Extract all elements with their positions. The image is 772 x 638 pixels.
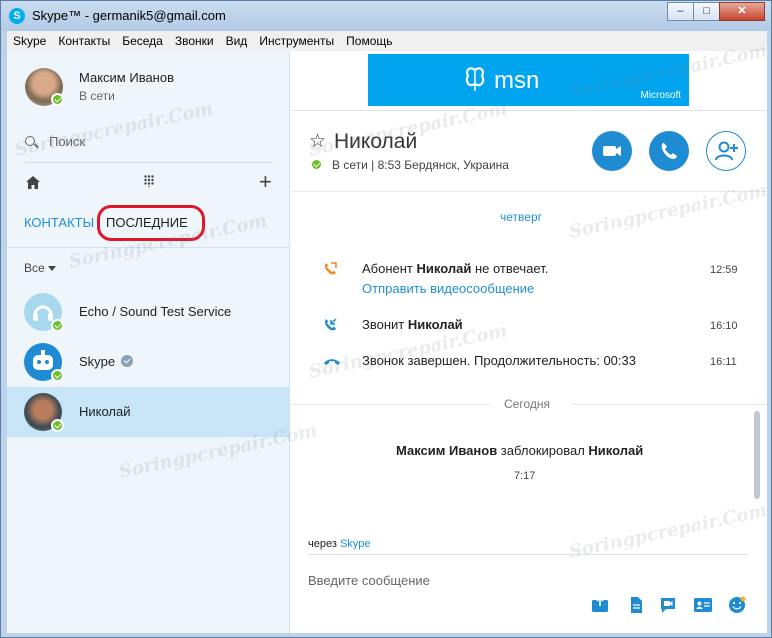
phone-icon xyxy=(661,143,677,159)
document-icon[interactable] xyxy=(627,596,645,614)
msn-butterfly-icon xyxy=(465,67,485,91)
video-call-button[interactable] xyxy=(592,131,632,171)
add-participant-button[interactable] xyxy=(706,131,746,171)
left-panel: Максим Иванов В сети Поиск + КОНТАКТЫ ПО… xyxy=(7,51,290,633)
dialpad-icon[interactable] xyxy=(144,175,154,190)
message-input[interactable] xyxy=(308,573,578,588)
online-status-icon xyxy=(51,93,64,106)
contact-item-echo[interactable]: Echo / Sound Test Service xyxy=(7,287,290,337)
menu-contacts[interactable]: Контакты xyxy=(56,34,112,48)
contact-item-skype[interactable]: Skype xyxy=(7,337,290,387)
online-status-icon xyxy=(51,419,64,432)
contact-name: Николай xyxy=(79,404,131,419)
menu-tools[interactable]: Инструменты xyxy=(257,34,336,48)
client-area: Максим Иванов В сети Поиск + КОНТАКТЫ ПО… xyxy=(7,40,769,633)
skype-window: S Skype™ - germanik5@gmail.com – □ ✕ Sky… xyxy=(0,0,772,638)
search-label: Поиск xyxy=(49,134,86,149)
conversation-panel: msn Microsoft ☆ Николай В сети | 8:53 Бе… xyxy=(291,51,767,633)
message-time: 7:17 xyxy=(514,470,536,482)
minimize-button[interactable]: – xyxy=(667,2,694,21)
tab-contacts[interactable]: КОНТАКТЫ xyxy=(24,215,94,230)
maximize-button[interactable]: □ xyxy=(693,2,720,21)
send-video-message-link[interactable]: Отправить видеосообщение xyxy=(362,281,534,296)
profile-name[interactable]: Максим Иванов xyxy=(79,70,174,85)
contact-card-icon[interactable] xyxy=(693,596,713,614)
contact-name: Skype xyxy=(79,354,116,369)
message-time: 16:10 xyxy=(710,320,738,332)
conversation-status: В сети | 8:53 Бердянск, Украина xyxy=(332,158,509,172)
system-message: Максим Иванов заблокировал Николай xyxy=(396,443,644,458)
menu-conversation[interactable]: Беседа xyxy=(120,34,165,48)
verified-icon xyxy=(121,355,134,367)
missed-call-icon xyxy=(324,262,337,275)
day-separator: Сегодня xyxy=(504,397,550,411)
call-ended-icon xyxy=(324,359,340,365)
divider xyxy=(291,404,491,405)
message-time: 12:59 xyxy=(710,264,738,276)
online-status-icon xyxy=(310,158,323,171)
search-icon xyxy=(25,136,35,146)
day-separator: четверг xyxy=(500,210,542,224)
add-icon[interactable]: + xyxy=(259,169,272,195)
menu-calls[interactable]: Звонки xyxy=(173,34,216,48)
window-controls: – □ ✕ xyxy=(667,2,765,21)
message-text: Звонит Николай xyxy=(362,317,463,332)
audio-call-button[interactable] xyxy=(649,131,689,171)
divider xyxy=(7,247,290,248)
close-button[interactable]: ✕ xyxy=(719,2,765,21)
menu-help[interactable]: Помощь xyxy=(344,34,394,48)
contact-item-nikolay[interactable]: Николай xyxy=(7,387,290,437)
chevron-down-icon xyxy=(47,266,56,272)
contact-name-row: Skype xyxy=(79,354,134,369)
menu-skype[interactable]: Skype xyxy=(11,34,48,48)
emoticon-icon[interactable] xyxy=(728,596,746,614)
divider xyxy=(308,554,748,555)
message-text: Звонок завершен. Продолжительность: 00:3… xyxy=(362,353,636,368)
add-user-icon xyxy=(715,141,738,161)
menu-bar: Skype Контакты Беседа Звонки Вид Инструм… xyxy=(7,31,767,51)
scrollbar[interactable] xyxy=(754,411,760,499)
message-text: Абонент Николай не отвечает. xyxy=(362,261,549,276)
divider xyxy=(291,110,767,111)
ad-company: Microsoft xyxy=(640,90,681,101)
incoming-call-icon xyxy=(324,318,337,331)
contact-name: Echo / Sound Test Service xyxy=(79,304,232,319)
via-skype: через Skype xyxy=(308,538,371,550)
video-camera-icon xyxy=(603,146,621,156)
profile-status[interactable]: В сети xyxy=(79,89,115,103)
send-file-icon[interactable] xyxy=(591,596,609,614)
divider xyxy=(25,162,273,163)
ad-banner[interactable]: msn Microsoft xyxy=(368,54,689,106)
divider xyxy=(571,404,767,405)
divider xyxy=(291,191,767,192)
message-time: 16:11 xyxy=(710,356,737,368)
window-title: Skype™ - germanik5@gmail.com xyxy=(32,8,226,23)
highlight-annotation xyxy=(97,205,205,241)
filter-label: Все xyxy=(24,261,45,275)
home-icon[interactable] xyxy=(26,176,40,192)
search-box[interactable]: Поиск xyxy=(25,133,275,153)
conversation-title: Николай xyxy=(334,130,418,153)
filter-dropdown[interactable]: Все xyxy=(24,261,56,275)
menu-view[interactable]: Вид xyxy=(224,34,250,48)
online-status-icon xyxy=(51,319,64,332)
skype-link[interactable]: Skype xyxy=(340,538,371,550)
title-bar[interactable]: S Skype™ - germanik5@gmail.com – □ ✕ xyxy=(1,1,771,31)
video-message-icon[interactable] xyxy=(659,596,677,614)
online-status-icon xyxy=(51,369,64,382)
star-icon[interactable]: ☆ xyxy=(309,130,326,153)
skype-logo-icon: S xyxy=(9,8,25,24)
ad-brand: msn xyxy=(494,67,540,94)
